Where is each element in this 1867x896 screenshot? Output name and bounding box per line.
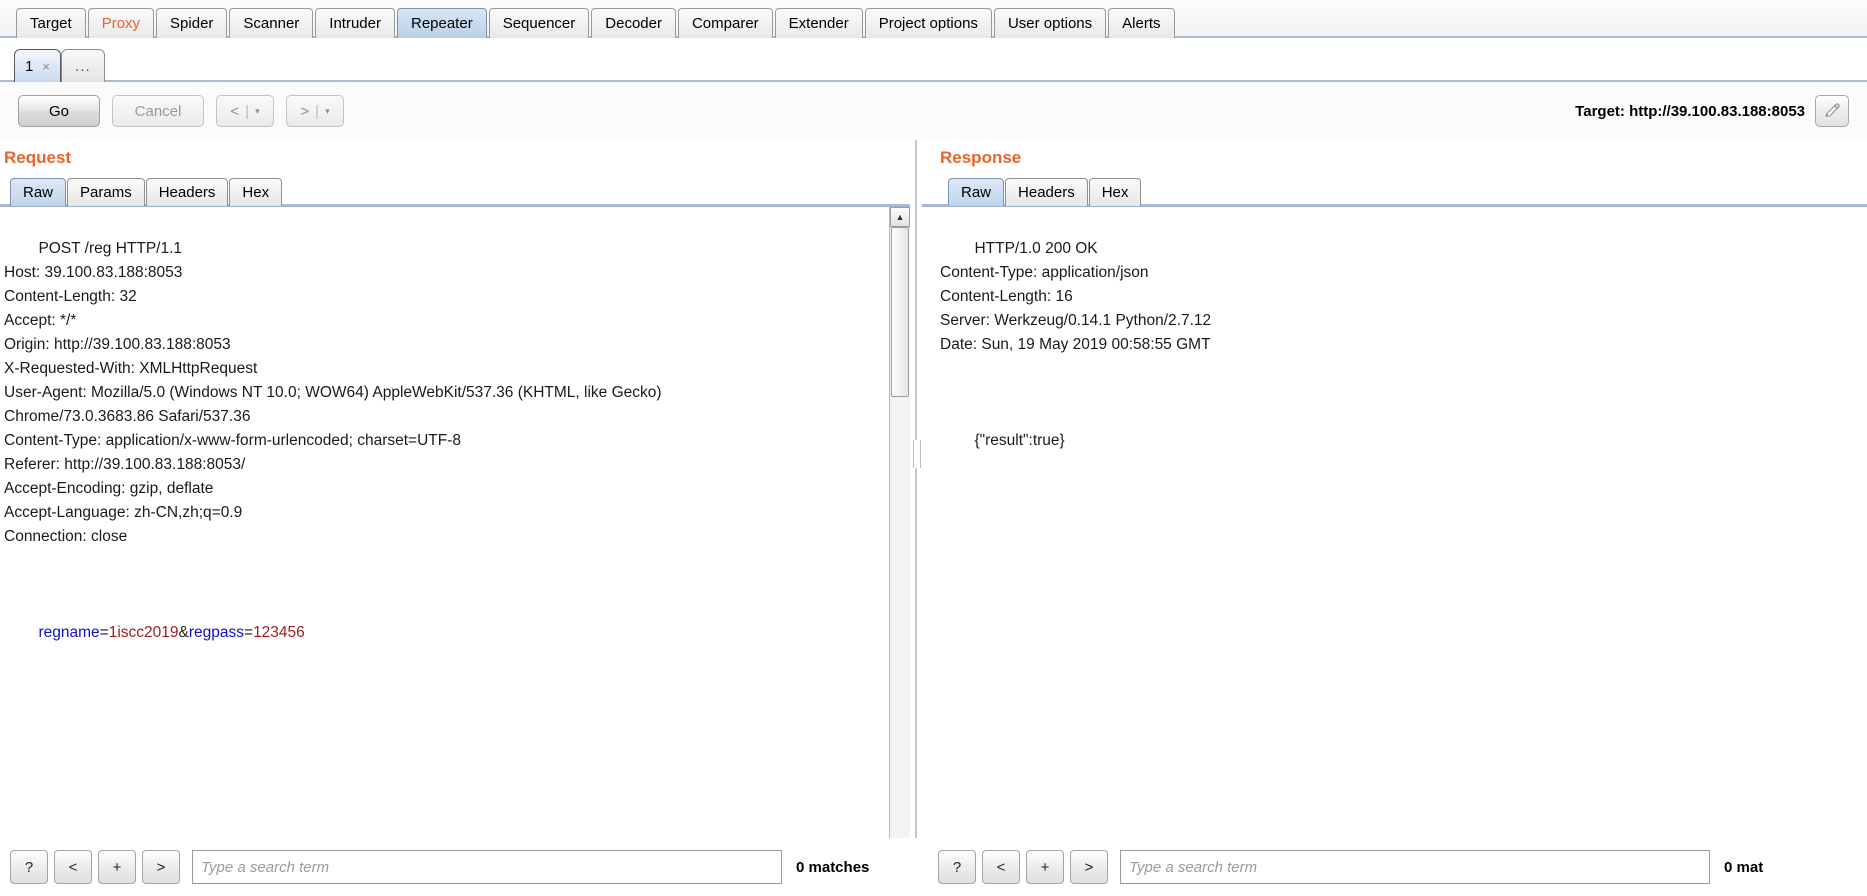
response-search-next-button[interactable]: > bbox=[1070, 850, 1108, 884]
main-tab-comparer[interactable]: Comparer bbox=[677, 8, 773, 38]
pencil-icon bbox=[1825, 103, 1840, 117]
main-tab-scanner[interactable]: Scanner bbox=[229, 8, 314, 38]
request-tab-hex[interactable]: Hex bbox=[229, 178, 283, 206]
request-scrollbar[interactable]: ▲ ▼ bbox=[889, 207, 910, 880]
response-search-bar: ? < + > Type a search term 0 mat bbox=[910, 838, 1867, 896]
response-headers: HTTP/1.0 200 OK Content-Type: applicatio… bbox=[940, 240, 1212, 353]
param-name-regpass: regpass bbox=[188, 624, 244, 641]
request-tab-bar: Raw Params Headers Hex bbox=[0, 176, 910, 206]
search-bars: ? < + > Type a search term 0 matches ? <… bbox=[0, 838, 1867, 896]
message-panes: Request Raw Params Headers Hex POST /reg… bbox=[0, 140, 1867, 880]
main-tab-user-options[interactable]: User options bbox=[993, 8, 1107, 38]
request-search-input[interactable]: Type a search term bbox=[192, 850, 782, 884]
response-tab-headers[interactable]: Headers bbox=[1005, 178, 1088, 206]
request-search-add-button[interactable]: + bbox=[98, 850, 136, 884]
request-search-help-button[interactable]: ? bbox=[10, 850, 48, 884]
edit-target-button[interactable] bbox=[1815, 95, 1849, 127]
param-value-regpass: 123456 bbox=[253, 624, 305, 641]
equals-sign: = bbox=[244, 624, 254, 641]
response-search-input[interactable]: Type a search term bbox=[1120, 850, 1710, 884]
main-tab-project-options[interactable]: Project options bbox=[864, 8, 992, 38]
request-headers: POST /reg HTTP/1.1 Host: 39.100.83.188:8… bbox=[4, 240, 662, 545]
repeater-tab-label: 1 bbox=[25, 57, 34, 75]
request-search-next-button[interactable]: > bbox=[142, 850, 180, 884]
scroll-up-icon[interactable]: ▲ bbox=[890, 207, 910, 227]
response-editor[interactable]: HTTP/1.0 200 OK Content-Type: applicatio… bbox=[922, 206, 1867, 880]
main-tab-proxy[interactable]: Proxy bbox=[87, 8, 155, 38]
response-search-help-button[interactable]: ? bbox=[938, 850, 976, 884]
main-tab-extender[interactable]: Extender bbox=[774, 8, 863, 38]
back-arrow-icon: < bbox=[230, 102, 240, 120]
response-body: {"result":true} bbox=[974, 432, 1065, 449]
response-pane: Response Raw Headers Hex HTTP/1.0 200 OK… bbox=[922, 140, 1867, 880]
request-text[interactable]: POST /reg HTTP/1.1 Host: 39.100.83.188:8… bbox=[0, 207, 889, 880]
main-tab-spider[interactable]: Spider bbox=[156, 8, 228, 38]
divider: | bbox=[245, 102, 250, 120]
forward-arrow-icon: > bbox=[300, 102, 310, 120]
target-label: Target: http://39.100.83.188:8053 bbox=[1575, 102, 1805, 120]
response-match-count: 0 mat bbox=[1724, 858, 1764, 876]
request-match-count: 0 matches bbox=[796, 858, 870, 876]
repeater-toolbar: Go Cancel < | ▾ > | ▾ Target: http://39.… bbox=[0, 82, 1867, 140]
response-text[interactable]: HTTP/1.0 200 OK Content-Type: applicatio… bbox=[922, 207, 1867, 880]
main-tab-repeater[interactable]: Repeater bbox=[396, 8, 487, 38]
chevron-down-icon: ▾ bbox=[325, 105, 330, 116]
request-title: Request bbox=[4, 148, 72, 167]
repeater-tab-new[interactable]: ... bbox=[60, 49, 105, 82]
close-icon[interactable]: × bbox=[42, 59, 50, 74]
main-tab-alerts[interactable]: Alerts bbox=[1108, 8, 1175, 38]
back-button[interactable]: < | ▾ bbox=[216, 95, 274, 127]
main-tab-intruder[interactable]: Intruder bbox=[315, 8, 395, 38]
ellipsis-icon: ... bbox=[75, 57, 91, 75]
ampersand: & bbox=[178, 624, 189, 641]
response-search-prev-button[interactable]: < bbox=[982, 850, 1020, 884]
divider: | bbox=[315, 102, 320, 120]
request-tab-headers[interactable]: Headers bbox=[145, 178, 229, 206]
main-tab-bar: Target Proxy Spider Scanner Intruder Rep… bbox=[0, 0, 1867, 38]
response-tab-raw[interactable]: Raw bbox=[948, 178, 1005, 206]
response-tab-hex[interactable]: Hex bbox=[1088, 178, 1142, 206]
request-editor[interactable]: POST /reg HTTP/1.1 Host: 39.100.83.188:8… bbox=[0, 206, 910, 880]
pane-splitter[interactable] bbox=[910, 140, 922, 880]
scroll-track[interactable] bbox=[890, 227, 910, 860]
forward-button[interactable]: > | ▾ bbox=[286, 95, 344, 127]
response-title: Response bbox=[940, 148, 1022, 167]
response-search-add-button[interactable]: + bbox=[1026, 850, 1064, 884]
main-tab-sequencer[interactable]: Sequencer bbox=[488, 8, 590, 38]
request-tab-raw[interactable]: Raw bbox=[10, 178, 67, 206]
main-tab-decoder[interactable]: Decoder bbox=[591, 8, 676, 38]
repeater-tab-bar: 1 × ... bbox=[0, 38, 1867, 82]
scroll-thumb[interactable] bbox=[891, 227, 909, 397]
repeater-tab-1[interactable]: 1 × bbox=[14, 49, 61, 82]
cancel-button: Cancel bbox=[112, 95, 204, 127]
request-pane: Request Raw Params Headers Hex POST /reg… bbox=[0, 140, 910, 880]
request-tab-params[interactable]: Params bbox=[67, 178, 145, 206]
request-search-prev-button[interactable]: < bbox=[54, 850, 92, 884]
param-value-regname: 1iscc2019 bbox=[108, 624, 179, 641]
param-name-regname: regname bbox=[38, 624, 100, 641]
chevron-down-icon: ▾ bbox=[255, 105, 260, 116]
response-tab-bar: Raw Headers Hex bbox=[922, 176, 1867, 206]
go-button[interactable]: Go bbox=[18, 95, 100, 127]
request-search-bar: ? < + > Type a search term 0 matches bbox=[0, 838, 910, 896]
main-tab-target[interactable]: Target bbox=[16, 8, 86, 38]
equals-sign: = bbox=[99, 624, 109, 641]
